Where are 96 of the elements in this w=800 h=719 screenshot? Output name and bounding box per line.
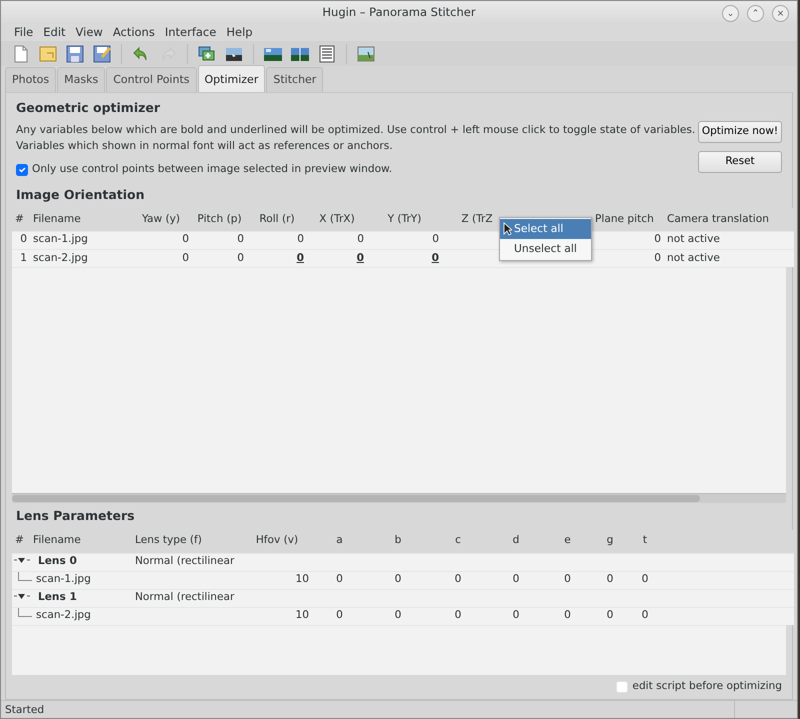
table-cell: 0 xyxy=(564,609,571,622)
column-header[interactable]: Z (TrZ xyxy=(461,212,493,225)
table-cell: 0 xyxy=(182,233,189,246)
floppy-icon[interactable] xyxy=(65,44,85,64)
close-button[interactable]: × xyxy=(772,5,789,22)
table-cell: 0 xyxy=(296,252,304,264)
tab[interactable]: Control Points xyxy=(106,67,196,92)
table-cell: 10 xyxy=(296,609,309,622)
column-header[interactable]: Camera translation xyxy=(667,212,769,225)
expander-icon[interactable] xyxy=(14,556,30,564)
column-header[interactable]: b xyxy=(394,534,402,546)
lens-type-cell: Normal (rectilinear xyxy=(135,591,234,604)
column-header[interactable]: d xyxy=(512,534,520,546)
row-index: 1 xyxy=(20,252,27,264)
row-index: 0 xyxy=(20,233,27,246)
column-header[interactable]: X (TrX) xyxy=(319,212,355,225)
column-header[interactable]: # xyxy=(15,212,24,225)
table-cell: 0 xyxy=(642,573,648,586)
menu-item[interactable]: File xyxy=(9,24,38,42)
maximize-button[interactable]: ⌃ xyxy=(747,5,764,22)
table-cell: 0 xyxy=(512,573,520,586)
tab[interactable]: Stitcher xyxy=(266,67,324,92)
table-cell: 0 xyxy=(654,233,661,246)
menu-item[interactable]: Help xyxy=(221,24,258,42)
column-header[interactable]: e xyxy=(564,534,571,546)
tab[interactable]: Photos xyxy=(5,67,56,92)
filename-cell: scan-2.jpg xyxy=(36,609,91,622)
table-cell: 0 xyxy=(454,573,462,586)
column-header[interactable]: Filename xyxy=(33,212,81,225)
column-header[interactable]: Plane pitch xyxy=(595,212,654,225)
column-header[interactable]: a xyxy=(336,534,343,546)
table-cell: 0 xyxy=(654,252,661,264)
column-header[interactable]: # xyxy=(15,534,24,546)
table-cell: 0 xyxy=(512,609,520,622)
menu-item[interactable]: Unselect all xyxy=(500,239,591,260)
column-header[interactable]: Yaw (y) xyxy=(142,212,180,225)
column-header[interactable]: Filename xyxy=(33,534,81,546)
table-cell: 0 xyxy=(606,609,614,622)
table-cell: 0 xyxy=(432,252,439,264)
table-cell: 0 xyxy=(336,609,343,622)
checkbox-label: edit script before optimizing xyxy=(632,679,782,694)
minimize-button[interactable]: ⌄ xyxy=(722,5,739,22)
table-cell: not active xyxy=(667,233,720,246)
filename-cell: scan-1.jpg xyxy=(33,233,88,246)
section-title: Geometric optimizer xyxy=(16,98,162,117)
menu-item[interactable]: Interface xyxy=(160,24,222,42)
lens-type-cell: Normal (rectilinear xyxy=(135,555,234,568)
column-header[interactable]: g xyxy=(606,534,614,546)
scrollbar-thumb[interactable] xyxy=(12,495,700,502)
optimize-button[interactable]: Optimize now! xyxy=(698,120,782,143)
tab[interactable]: Optimizer xyxy=(198,65,266,92)
table-cell: 0 xyxy=(394,609,402,622)
table-cell: 10 xyxy=(296,573,309,586)
table-cell: 0 xyxy=(564,573,571,586)
table-cell: 0 xyxy=(642,609,648,622)
table-cell: 0 xyxy=(357,233,364,246)
tab[interactable]: Masks xyxy=(57,67,106,92)
table-cell: 0 xyxy=(454,609,462,622)
column-header[interactable]: c xyxy=(455,534,461,546)
description-text: Any variables below which are bold and underlined will be optimized. Use control + left mouse click to toggle state of variables. Variables which shown in normal font will act as references or anchors. xyxy=(16,122,696,154)
column-header[interactable]: Y (TrY) xyxy=(388,212,422,225)
menu-item[interactable]: Edit xyxy=(38,24,71,42)
checkbox[interactable] xyxy=(16,164,28,176)
section-title: Image Orientation xyxy=(16,186,146,204)
list-icon[interactable] xyxy=(317,44,337,64)
checkbox-label: Only use control points between image selected in preview window. xyxy=(32,162,392,177)
status-text: Started xyxy=(1,701,735,718)
reset-button[interactable]: Reset xyxy=(698,150,782,173)
column-header[interactable]: Pitch (p) xyxy=(197,212,242,225)
table-cell: 0 xyxy=(606,573,614,586)
table-cell: 0 xyxy=(297,233,304,246)
section-title: Lens Parameters xyxy=(16,507,136,526)
lens-name: Lens 1 xyxy=(38,591,77,604)
mouse-cursor-icon xyxy=(503,222,512,236)
table-cell: 0 xyxy=(237,252,244,264)
table-cell: 0 xyxy=(182,252,189,264)
table-cell: 0 xyxy=(432,233,439,246)
menu-item[interactable]: Select all xyxy=(500,219,591,240)
table-cell: 0 xyxy=(356,252,364,264)
column-header[interactable]: Roll (r) xyxy=(259,212,295,225)
lens-name: Lens 0 xyxy=(38,555,77,568)
filename-cell: scan-1.jpg xyxy=(36,573,91,586)
column-header[interactable]: Lens type (f) xyxy=(135,534,202,546)
column-header[interactable]: Hfov (v) xyxy=(256,534,298,546)
panorama-icon[interactable] xyxy=(356,44,376,64)
floppy-pencil-icon[interactable] xyxy=(92,44,112,64)
expander-icon[interactable] xyxy=(14,592,30,600)
table-cell: 0 xyxy=(394,573,402,586)
table-cell: not active xyxy=(667,252,720,264)
column-header[interactable]: t xyxy=(642,534,648,546)
menu-item[interactable]: Actions xyxy=(108,24,160,42)
table-cell: 0 xyxy=(237,233,244,246)
table-cell: 0 xyxy=(336,573,343,586)
filename-cell: scan-2.jpg xyxy=(33,252,88,264)
menu-item[interactable]: View xyxy=(70,24,108,42)
window-title: Hugin – Panorama Stitcher xyxy=(322,4,476,21)
